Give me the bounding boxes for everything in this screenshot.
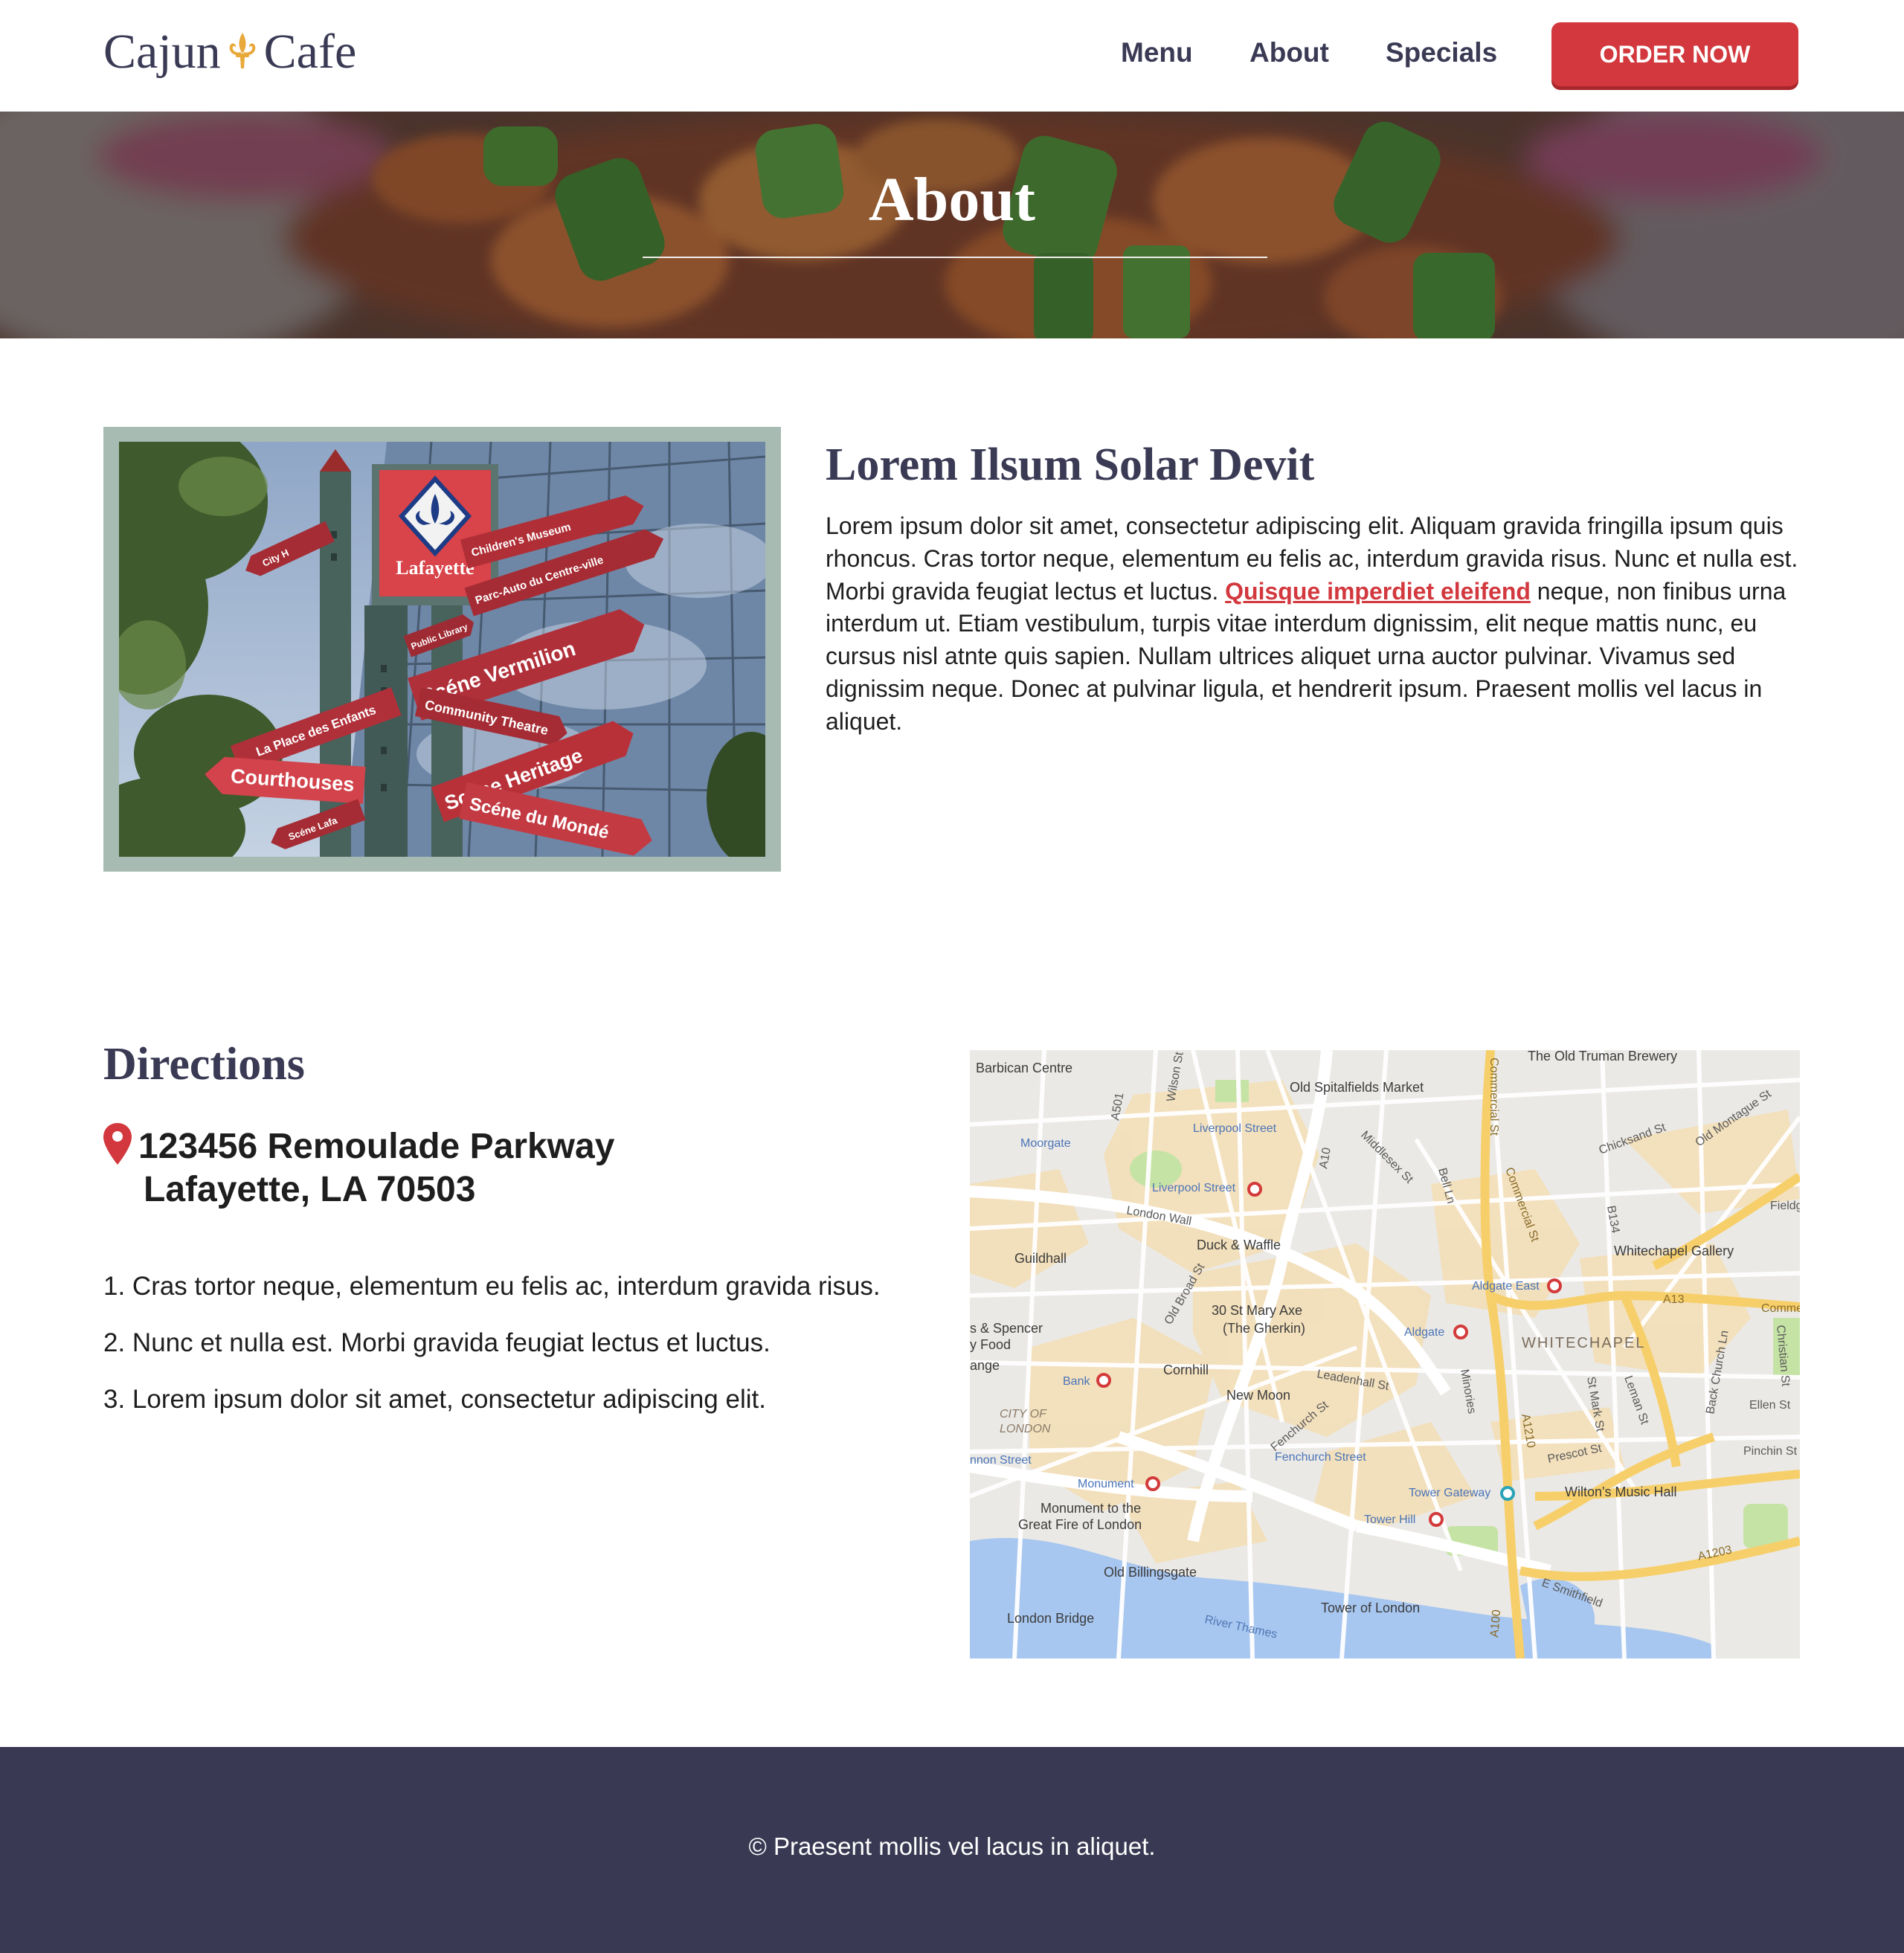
map-label: nnon Street (970, 1454, 1032, 1467)
map-label: Old Spitalfields Market (1290, 1080, 1424, 1095)
address-line-1: 123456 Remoulade Parkway (138, 1127, 615, 1166)
about-paragraph: Lorem ipsum dolor sit amet, consectetur … (826, 510, 1815, 739)
nav-menu[interactable]: Menu (1121, 37, 1193, 68)
about-inline-link[interactable]: Quisque imperdiet eleifend (1225, 578, 1531, 605)
map-label: A100 (1488, 1609, 1503, 1638)
nav-specials[interactable]: Specials (1386, 37, 1497, 68)
about-heading: Lorem Ilsum Solar Devit (826, 440, 1315, 490)
map-label: A13 (1663, 1293, 1685, 1306)
map-label: Wilton's Music Hall (1565, 1484, 1676, 1499)
title-underline (643, 257, 1267, 258)
map-label: Whitechapel Gallery (1614, 1243, 1734, 1258)
fleur-de-lis-icon (229, 33, 255, 68)
map-label: Barbican Centre (976, 1061, 1072, 1075)
footer-copyright: © Praesent mollis vel lacus in aliquet. (748, 1833, 1156, 1860)
map-label: Tower Gateway (1409, 1487, 1490, 1499)
map-label: Fieldgate (1770, 1200, 1800, 1212)
direction-step: 3. Lorem ipsum dolor sit amet, consectet… (103, 1385, 766, 1414)
map-label: CITY OF (1000, 1408, 1047, 1420)
direction-step: 2. Nunc et nulla est. Morbi gravida feug… (103, 1328, 771, 1357)
map-label: Monument (1078, 1478, 1134, 1490)
map-label: Ellen St (1749, 1399, 1791, 1412)
map-label: Old Billingsgate (1104, 1565, 1197, 1580)
map-label: (The Gherkin) (1223, 1321, 1305, 1336)
map-label: Fenchurch Street (1275, 1451, 1366, 1464)
map-label: Great Fire of London (1018, 1517, 1142, 1532)
map-label: Liverpool Street (1152, 1182, 1236, 1194)
address-line-2: Lafayette, LA 70503 (144, 1170, 476, 1209)
lafayette-signpost-photo: Lafayette Children's Museum Parc-Auto du… (119, 442, 765, 857)
map-label: The Old Truman Brewery (1528, 1050, 1677, 1064)
site-footer: © Praesent mollis vel lacus in aliquet. (0, 1747, 1904, 1953)
map-label: ange (970, 1358, 1000, 1373)
page-title: About (868, 165, 1036, 234)
map-label: WHITECHAPEL (1522, 1335, 1645, 1351)
about-photo-frame: Lafayette Children's Museum Parc-Auto du… (103, 427, 781, 872)
map-label: Aldgate (1404, 1326, 1444, 1339)
map-label: s & Spencer (970, 1321, 1043, 1336)
map-label: 30 St Mary Axe (1212, 1303, 1302, 1318)
direction-step: 1. Cras tortor neque, elementum eu felis… (103, 1272, 881, 1301)
map-label: Moorgate (1020, 1137, 1071, 1150)
map-label: Cornhill (1163, 1362, 1209, 1377)
directions-heading: Directions (103, 1039, 305, 1090)
map-label: Duck & Waffle (1197, 1238, 1281, 1252)
map-pin-icon (103, 1123, 132, 1165)
map-label: Pinchin St (1743, 1445, 1798, 1458)
map-label: Guildhall (1014, 1251, 1067, 1266)
location-map[interactable]: Barbican Centre The Old Truman Brewery O… (970, 1050, 1800, 1658)
map-label: Commercial St (1488, 1058, 1500, 1136)
site-header: Cajun Cafe Menu About Specials ORDER NOW (0, 0, 1904, 112)
directions-steps: 1. Cras tortor neque, elementum eu felis… (103, 1272, 881, 1441)
hero-banner: About (0, 112, 1904, 338)
order-now-button[interactable]: ORDER NOW (1551, 22, 1798, 86)
map-label: New Moon (1226, 1388, 1290, 1403)
map-label: Bank (1063, 1375, 1090, 1388)
map-label: Commerc (1761, 1302, 1800, 1315)
map-label: LONDON (1000, 1423, 1051, 1435)
map-label: Aldgate East (1472, 1280, 1540, 1293)
map-label: Tower of London (1321, 1600, 1420, 1615)
sign-main: Lafayette (396, 557, 474, 579)
map-label: Monument to the (1041, 1501, 1141, 1516)
logo[interactable]: Cajun Cafe (103, 22, 356, 82)
map-label: Liverpool Street (1193, 1122, 1277, 1135)
nav-about[interactable]: About (1250, 37, 1329, 68)
logo-text-cajun: Cajun (103, 25, 221, 79)
map-label: London Bridge (1007, 1611, 1094, 1626)
map-label: Tower Hill (1364, 1513, 1415, 1526)
logo-text-cafe: Cafe (263, 25, 357, 79)
map-label: y Food (970, 1337, 1011, 1352)
